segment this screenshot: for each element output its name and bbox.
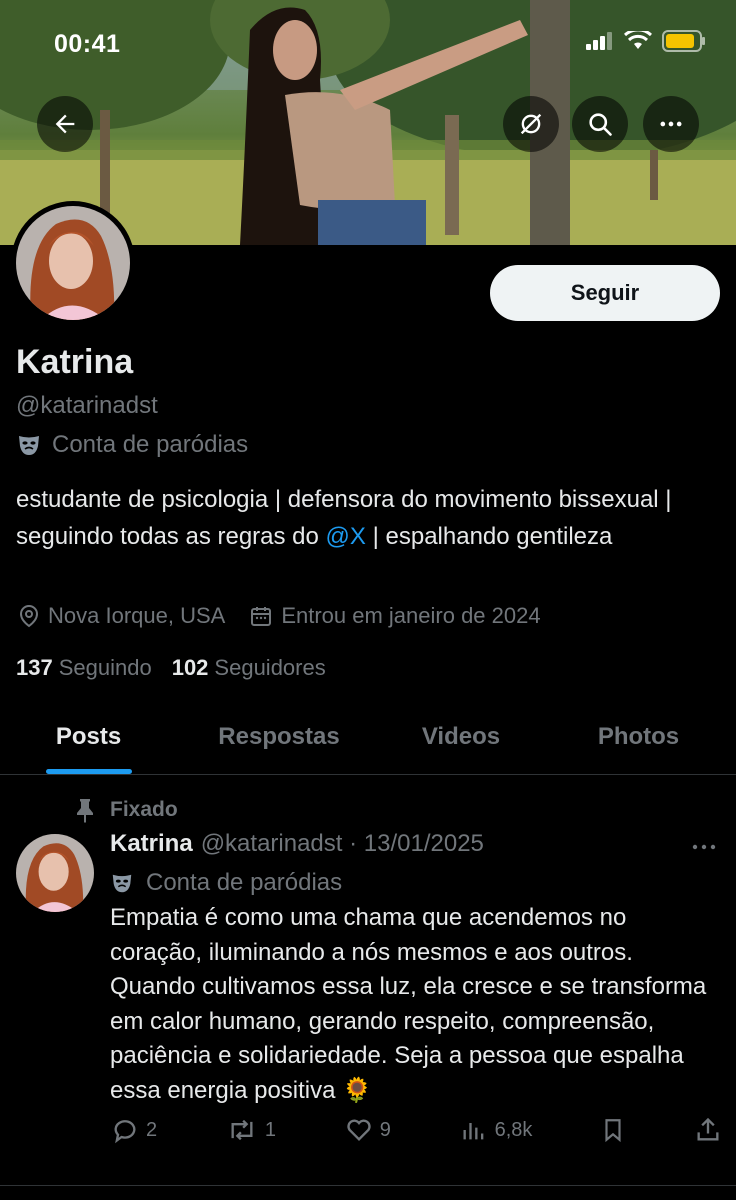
follow-button[interactable]: Seguir bbox=[490, 265, 720, 321]
parody-label: Conta de paródias bbox=[52, 431, 249, 458]
share-icon bbox=[697, 1117, 719, 1141]
bio-text-end: | espalhando gentileza bbox=[365, 523, 613, 550]
profile-avatar[interactable] bbox=[11, 201, 135, 325]
tab-photos[interactable]: Photos bbox=[541, 700, 736, 774]
tab-active-indicator bbox=[45, 769, 132, 774]
grok-icon bbox=[520, 113, 542, 135]
repost-icon bbox=[231, 1119, 253, 1141]
followers-label: Seguidores bbox=[214, 655, 326, 680]
pin-icon bbox=[77, 799, 93, 823]
like-count: 9 bbox=[379, 1118, 391, 1141]
divider bbox=[0, 1185, 736, 1186]
post-parody-row: Conta de paródias bbox=[110, 869, 342, 897]
following-link[interactable]: 137 Seguindo bbox=[16, 655, 152, 681]
arrow-left-icon bbox=[55, 114, 75, 134]
reply-count: 2 bbox=[146, 1118, 158, 1141]
calendar-icon bbox=[251, 607, 272, 626]
joined-item: Entrou em janeiro de 2024 bbox=[249, 603, 541, 629]
avatar-photo-small bbox=[16, 834, 94, 912]
battery-icon bbox=[662, 30, 705, 52]
avatar-photo bbox=[16, 206, 130, 320]
search-button[interactable] bbox=[572, 96, 628, 152]
pinned-label: Fixado bbox=[110, 798, 178, 821]
profile-name: Katrina bbox=[16, 343, 134, 381]
parody-label-row: Conta de paródias bbox=[16, 431, 248, 459]
bookmark-icon bbox=[605, 1119, 621, 1143]
tab-replies-label: Respostas bbox=[218, 723, 340, 750]
wifi-icon bbox=[624, 31, 652, 49]
tab-posts[interactable]: Posts bbox=[0, 700, 177, 774]
follow-stats: 137 Seguindo 102 Seguidores bbox=[16, 655, 346, 681]
back-button[interactable] bbox=[37, 96, 93, 152]
views-count: 6,8k bbox=[494, 1118, 533, 1141]
more-button[interactable] bbox=[643, 96, 699, 152]
following-label: Seguindo bbox=[58, 655, 152, 680]
repost-count: 1 bbox=[264, 1118, 276, 1141]
post-author-name[interactable]: Katrina bbox=[110, 830, 193, 858]
post-header: Katrina @katarinadst · 13/01/2025 bbox=[110, 830, 484, 858]
post-parody-label: Conta de paródias bbox=[146, 869, 343, 896]
heart-icon bbox=[347, 1119, 371, 1141]
reply-icon bbox=[114, 1120, 136, 1144]
more-icon bbox=[660, 121, 682, 127]
tab-videos[interactable]: Videos bbox=[381, 700, 541, 774]
search-icon bbox=[589, 113, 612, 136]
post-more-button[interactable] bbox=[690, 835, 718, 864]
post-author-avatar[interactable] bbox=[16, 834, 94, 912]
repost-button[interactable]: 1 bbox=[225, 1116, 276, 1144]
tab-photos-label: Photos bbox=[597, 723, 680, 750]
followers-count: 102 bbox=[171, 655, 209, 680]
post-handle-date: @katarinadst · 13/01/2025 bbox=[200, 830, 484, 857]
profile-handle: @katarinadst bbox=[16, 392, 158, 419]
mask-icon bbox=[19, 436, 39, 455]
bookmark-button[interactable] bbox=[600, 1116, 626, 1144]
followers-link[interactable]: 102 Seguidores bbox=[172, 655, 326, 681]
bio-mention-link[interactable]: @X bbox=[326, 523, 366, 550]
profile-bio: estudante de psicologia | defensora do m… bbox=[16, 481, 716, 555]
profile-meta: Nova Iorque, USA Entrou em janeiro de 20… bbox=[18, 603, 565, 629]
more-horizontal-icon bbox=[692, 844, 716, 850]
views-chart-icon bbox=[463, 1123, 483, 1140]
tab-posts-label: Posts bbox=[55, 723, 122, 750]
tab-replies[interactable]: Respostas bbox=[177, 700, 381, 774]
mask-icon bbox=[112, 874, 132, 893]
profile-tabs: Posts Respostas Videos Photos bbox=[0, 700, 736, 775]
status-time: 00:41 bbox=[54, 30, 121, 58]
status-icons bbox=[586, 30, 706, 52]
tab-videos-label: Videos bbox=[421, 723, 501, 750]
grok-button[interactable] bbox=[503, 96, 559, 152]
pinned-indicator: Fixado bbox=[74, 797, 178, 823]
location-item: Nova Iorque, USA bbox=[18, 603, 225, 629]
location-text: Nova Iorque, USA bbox=[48, 603, 226, 628]
reply-button[interactable]: 2 bbox=[110, 1116, 157, 1144]
following-count: 137 bbox=[16, 655, 53, 680]
views-button[interactable]: 6,8k bbox=[459, 1116, 533, 1144]
share-button[interactable] bbox=[694, 1116, 722, 1144]
like-button[interactable]: 9 bbox=[344, 1116, 391, 1144]
post-text: Empatia é como uma chama que acendemos n… bbox=[110, 904, 707, 1104]
post-actions: 2 1 9 6,8k bbox=[110, 1116, 722, 1144]
location-pin-icon bbox=[19, 604, 39, 628]
signal-icon bbox=[586, 32, 612, 50]
joined-text: Entrou em janeiro de 2024 bbox=[281, 603, 541, 628]
